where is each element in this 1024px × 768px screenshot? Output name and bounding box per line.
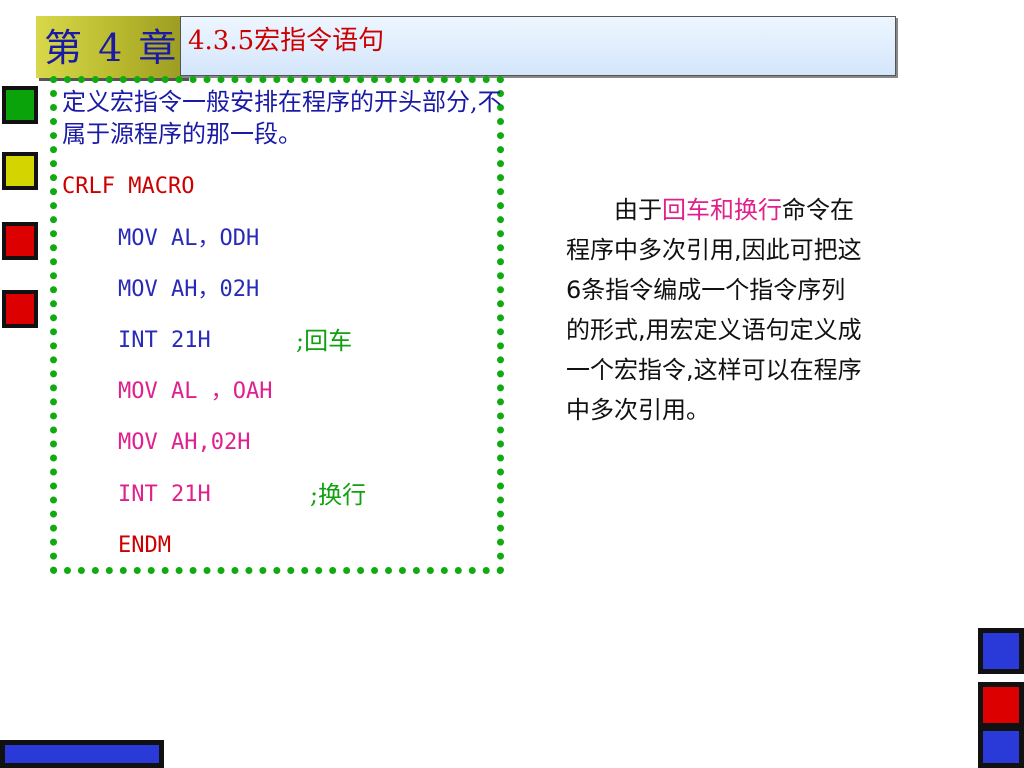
- red-nav-square-2[interactable]: [2, 290, 38, 328]
- note-prefix: 由于: [614, 196, 662, 224]
- code-line-endm: ENDM: [118, 533, 171, 558]
- blue-nav-square-1[interactable]: [978, 628, 1024, 674]
- note-highlight: 回车和换行: [662, 196, 782, 224]
- code-line-mov-al-oah: MOV AL ，OAH: [118, 379, 273, 404]
- code-comment-lf: ;换行: [310, 481, 367, 509]
- chapter-label: 第 4 章: [44, 26, 179, 70]
- red-nav-square-1[interactable]: [2, 222, 38, 260]
- code-box-intro: 定义宏指令一般安排在程序的开头部分,不属于源程序的那一段。: [62, 88, 502, 148]
- code-line-int-21h-cr: INT 21H: [118, 328, 211, 353]
- note-suffix: 命令在程序中多次引用,因此可把这6条指令编成一个指令序列的形式,用宏定义语句定义…: [566, 196, 862, 424]
- red-nav-square-3[interactable]: [978, 682, 1024, 728]
- code-line-mov-ah-02h: MOV AH，02H: [118, 277, 260, 302]
- yellow-nav-square[interactable]: [2, 152, 38, 190]
- green-nav-square[interactable]: [2, 86, 38, 124]
- code-line-mov-al-odh: MOV AL，ODH: [118, 226, 260, 251]
- page-title: 4.3.5宏指令语句: [188, 26, 385, 56]
- bottom-nav-bar[interactable]: [0, 740, 164, 768]
- code-line-macro: CRLF MACRO: [62, 174, 195, 199]
- blue-nav-square-2[interactable]: [978, 726, 1024, 768]
- code-line-mov-ah-02h-2: MOV AH,02H: [118, 430, 251, 455]
- explanation-text: 由于回车和换行命令在程序中多次引用,因此可把这6条指令编成一个指令序列的形式,用…: [566, 190, 866, 430]
- code-comment-cr: ;回车: [296, 327, 353, 355]
- code-line-int-21h-lf: INT 21H: [118, 482, 211, 507]
